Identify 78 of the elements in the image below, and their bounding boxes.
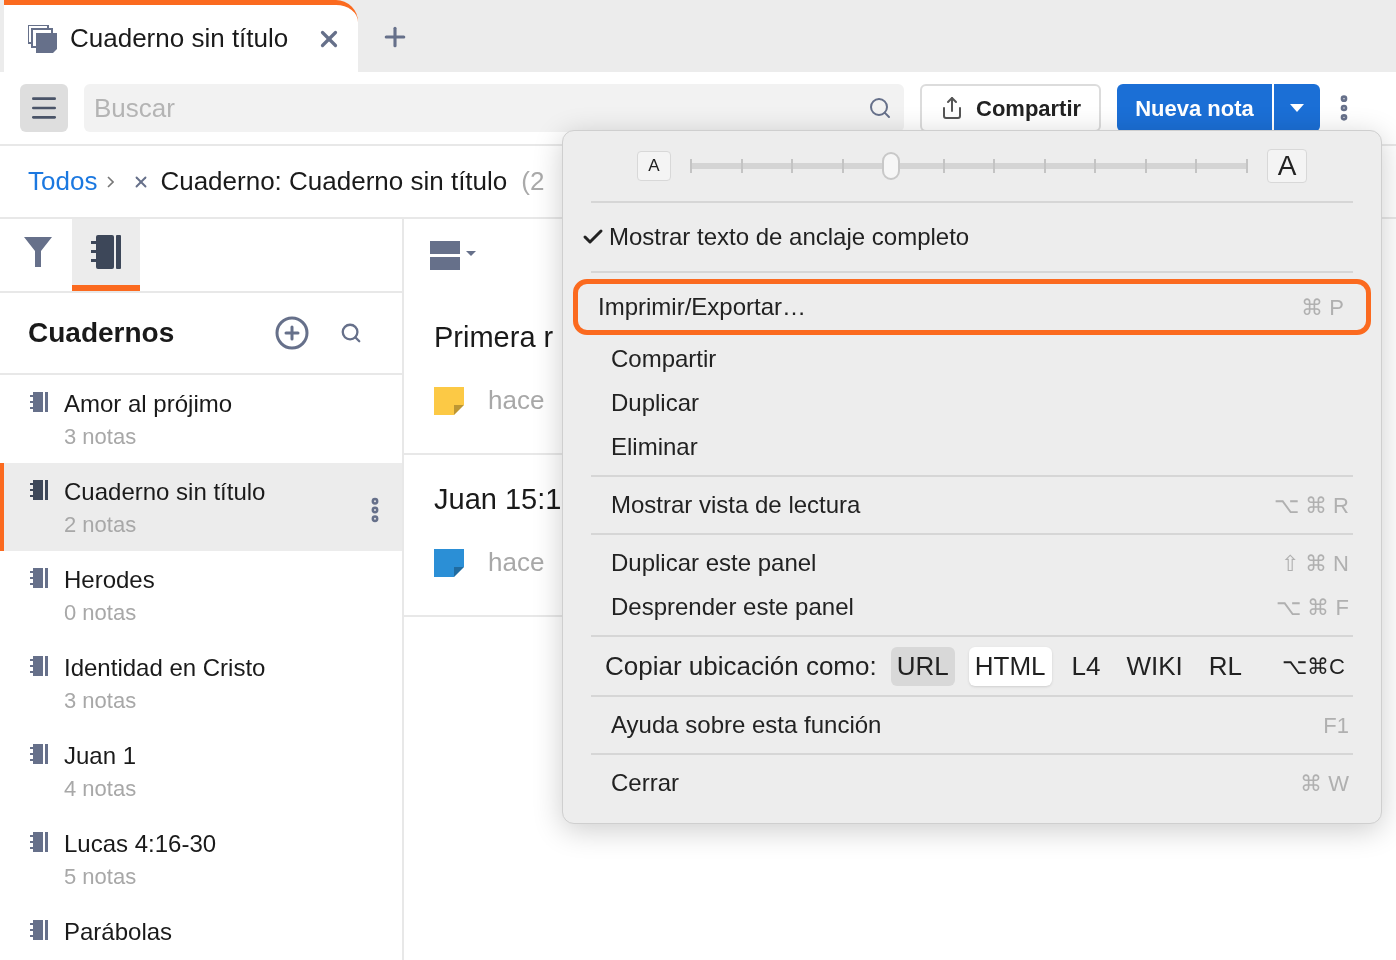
menu-button[interactable]: [20, 84, 68, 132]
menu-item[interactable]: Desprender este panel ⌥ ⌘ F: [591, 585, 1353, 629]
note-count: 4 notas: [64, 775, 138, 803]
sidebar-tab[interactable]: [72, 219, 140, 291]
search-icon: [868, 96, 892, 120]
format-option[interactable]: RL: [1202, 646, 1248, 686]
section-title: Cuadernos: [28, 316, 176, 350]
format-option[interactable]: HTML: [968, 646, 1052, 686]
menu-item[interactable]: Mostrar vista de lectura ⌥ ⌘ R: [591, 483, 1353, 527]
chevron-icon: [107, 175, 115, 188]
add-icon[interactable]: [274, 315, 310, 351]
format-option[interactable]: URL: [890, 646, 955, 686]
notebook-icon: [30, 655, 48, 677]
notebook-item[interactable]: Juan 1 4 notas: [0, 727, 402, 815]
shortcut: ⌘ W: [1300, 769, 1349, 798]
note-count: 3 notas: [64, 423, 138, 451]
notebook-icon: [30, 919, 48, 941]
note-time: hace: [488, 384, 545, 417]
note-count: 5 notas: [64, 863, 138, 891]
menu-item[interactable]: Eliminar: [591, 425, 1353, 469]
format-option[interactable]: L4: [1065, 646, 1107, 686]
notebook-item[interactable]: Herodes 0 notas: [0, 551, 402, 639]
notebook-name: Lucas 4:16-30: [64, 829, 218, 859]
note-time: hace: [488, 546, 545, 579]
menu-item[interactable]: Cerrar ⌘ W: [591, 761, 1353, 805]
notebook-name: Cuaderno sin título: [64, 477, 267, 507]
shortcut: ⌥⌘C: [1282, 652, 1346, 681]
notebook-icon: [30, 831, 48, 853]
notebook-item[interactable]: Lucas 4:16-30 5 notas: [0, 815, 402, 903]
notebook-item[interactable]: Amor al prójimo 3 notas: [0, 375, 402, 463]
new-note-dropdown[interactable]: [1273, 84, 1320, 132]
notebook-item[interactable]: Cuaderno sin título 2 notas: [0, 463, 402, 551]
notebook-name: Herodes: [64, 565, 156, 595]
menu-item[interactable]: Mostrar texto de anclaje completo: [581, 209, 1353, 265]
notebook-icon: [91, 235, 121, 269]
notebook-name: Identidad en Cristo: [64, 653, 267, 683]
menu-item[interactable]: Compartir: [591, 337, 1353, 381]
menu-item[interactable]: Duplicar: [591, 381, 1353, 425]
search-field[interactable]: Buscar: [84, 84, 904, 132]
document-tab[interactable]: Cuaderno sin título: [4, 0, 358, 72]
menu-item[interactable]: Imprimir/Exportar… ⌘ P: [573, 279, 1371, 335]
notebook-icon: [30, 479, 48, 501]
menu-item[interactable]: Duplicar este panel ⇧ ⌘ N: [591, 541, 1353, 585]
notebook-icon: [30, 743, 48, 765]
search-icon[interactable]: [340, 322, 362, 344]
shortcut: ⇧ ⌘ N: [1280, 549, 1349, 578]
notebook-icon: [30, 567, 48, 589]
notebook-item[interactable]: Identidad en Cristo 3 notas: [0, 639, 402, 727]
note-title: Primera r: [434, 320, 554, 355]
layout-icon[interactable]: [430, 241, 478, 271]
menu-item[interactable]: Ayuda sobre esta función F1: [591, 703, 1353, 747]
notebook-name: Amor al prójimo: [64, 389, 234, 419]
caret-icon: [1289, 104, 1304, 112]
notebook-name: Parábolas: [64, 917, 174, 947]
notebook-item[interactable]: Parábolas: [0, 903, 402, 960]
copy-location-label: Copiar ubicación como:: [605, 649, 877, 683]
note-count: 3 notas: [64, 687, 138, 715]
note-count: 2 notas: [64, 511, 138, 539]
tab-title: Cuaderno sin título: [70, 22, 289, 55]
result-count: (2: [521, 165, 545, 198]
shortcut: ⌥ ⌘ F: [1276, 593, 1349, 622]
shortcut: F1: [1323, 711, 1349, 740]
breadcrumb-link[interactable]: Todos: [28, 162, 98, 201]
share-icon: [940, 96, 964, 120]
smaller-text-button[interactable]: A: [637, 151, 671, 181]
filter-icon: [24, 237, 52, 267]
new-note-button[interactable]: Nueva nota: [1117, 84, 1272, 132]
note-title: Juan 15:1: [434, 482, 562, 517]
notebook-name: Juan 1: [64, 741, 138, 771]
pages-icon: [28, 24, 58, 53]
shortcut: ⌥ ⌘ R: [1273, 491, 1349, 520]
shortcut: ⌘ P: [1301, 293, 1344, 322]
notebook-icon: [30, 391, 48, 413]
note-count: 0 notas: [64, 599, 138, 627]
filter-label: Cuaderno: Cuaderno sin título: [160, 165, 508, 198]
larger-text-button[interactable]: A: [1267, 149, 1307, 183]
format-option[interactable]: WIKI: [1120, 646, 1189, 686]
slider-thumb[interactable]: [882, 152, 901, 180]
